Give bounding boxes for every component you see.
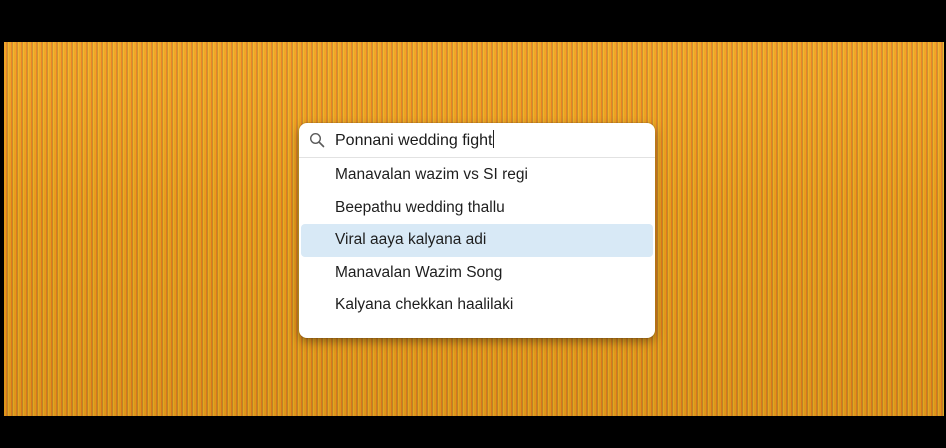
suggestion-item[interactable]: Manavalan Wazim Song xyxy=(301,257,653,290)
search-dropdown: Ponnani wedding fight Manavalan wazim vs… xyxy=(299,123,655,338)
suggestion-item[interactable]: Kalyana chekkan haalilaki xyxy=(301,289,653,322)
suggestion-item-highlighted[interactable]: Viral aaya kalyana adi xyxy=(301,224,653,257)
search-input[interactable]: Ponnani wedding fight xyxy=(335,130,495,151)
suggestion-list: Manavalan wazim vs SI regi Beepathu wedd… xyxy=(299,159,655,322)
search-icon xyxy=(309,132,325,148)
search-query-text: Ponnani wedding fight xyxy=(335,132,493,149)
letterbox-top xyxy=(0,0,946,42)
suggestion-item[interactable]: Manavalan wazim vs SI regi xyxy=(301,159,653,192)
letterbox-bottom xyxy=(0,416,946,448)
search-bar[interactable]: Ponnani wedding fight xyxy=(299,123,655,158)
video-frame: Ponnani wedding fight Manavalan wazim vs… xyxy=(0,0,946,448)
suggestion-item[interactable]: Beepathu wedding thallu xyxy=(301,192,653,225)
text-caret xyxy=(493,130,495,148)
